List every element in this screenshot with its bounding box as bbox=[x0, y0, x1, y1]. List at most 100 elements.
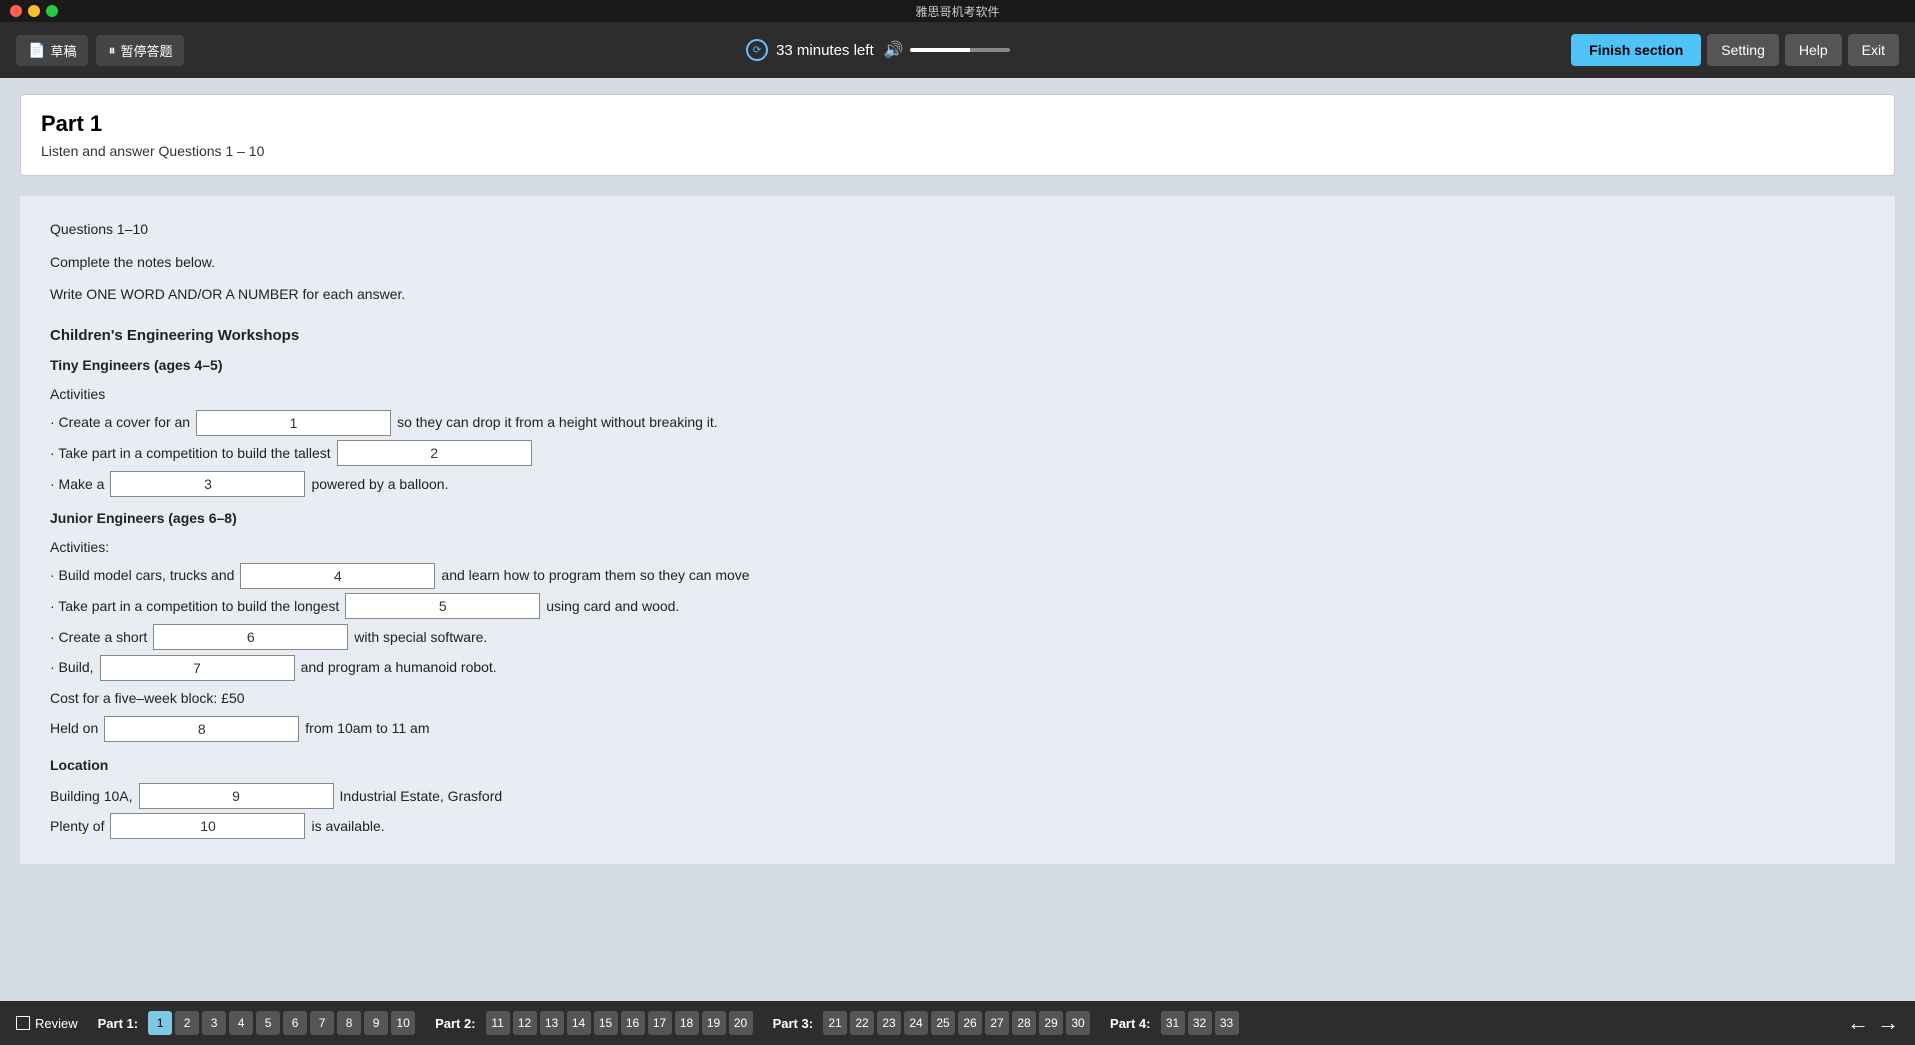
answer-input-7[interactable] bbox=[100, 655, 295, 681]
list-item: · Take part in a competition to build th… bbox=[50, 440, 1865, 467]
nav-num-29[interactable]: 29 bbox=[1039, 1011, 1063, 1035]
held-on-prefix: Held on bbox=[50, 715, 98, 742]
q-line2: Complete the notes below. bbox=[50, 249, 1865, 276]
main-section-title: Children's Engineering Workshops bbox=[50, 322, 1865, 351]
nav-num-6[interactable]: 6 bbox=[283, 1011, 307, 1035]
nav-num-5[interactable]: 5 bbox=[256, 1011, 280, 1035]
nav-num-16[interactable]: 16 bbox=[621, 1011, 645, 1035]
q-line1: Questions 1–10 bbox=[50, 216, 1865, 243]
answer-input-8[interactable] bbox=[104, 716, 299, 742]
nav-num-26[interactable]: 26 bbox=[958, 1011, 982, 1035]
nav-num-19[interactable]: 19 bbox=[702, 1011, 726, 1035]
nav-num-10[interactable]: 10 bbox=[391, 1011, 415, 1035]
answer-input-2[interactable] bbox=[337, 440, 532, 466]
main-area: Part 1 Listen and answer Questions 1 – 1… bbox=[0, 94, 1915, 954]
list-item: · Build, and program a humanoid robot. bbox=[50, 654, 1865, 681]
nav-num-20[interactable]: 20 bbox=[729, 1011, 753, 1035]
draft-button[interactable]: 📄 草稿 bbox=[16, 35, 88, 66]
part3-nav-label: Part 3: bbox=[773, 1016, 813, 1031]
nav-num-21[interactable]: 21 bbox=[823, 1011, 847, 1035]
item3-suffix: powered by a balloon. bbox=[311, 471, 448, 498]
nav-num-7[interactable]: 7 bbox=[310, 1011, 334, 1035]
part1-nav-label: Part 1: bbox=[98, 1016, 138, 1031]
held-on-suffix: from 10am to 11 am bbox=[305, 715, 429, 742]
draft-icon: 📄 bbox=[28, 42, 45, 59]
maximize-button[interactable] bbox=[46, 5, 58, 17]
list-item: · Take part in a competition to build th… bbox=[50, 593, 1865, 620]
held-on-item: Held on from 10am to 11 am bbox=[50, 715, 1865, 742]
exit-button[interactable]: Exit bbox=[1848, 34, 1899, 66]
nav-num-2[interactable]: 2 bbox=[175, 1011, 199, 1035]
answer-input-10[interactable] bbox=[110, 813, 305, 839]
answer-input-6[interactable] bbox=[153, 624, 348, 650]
nav-num-17[interactable]: 17 bbox=[648, 1011, 672, 1035]
section1-label: Activities bbox=[50, 381, 1865, 408]
pause-icon: ⏸ bbox=[108, 42, 115, 59]
nav-num-1[interactable]: 1 bbox=[148, 1011, 172, 1035]
building-prefix: Building 10A, bbox=[50, 783, 133, 810]
pause-button[interactable]: ⏸ 暂停答题 bbox=[96, 35, 184, 66]
nav-num-18[interactable]: 18 bbox=[675, 1011, 699, 1035]
item7-suffix: and program a humanoid robot. bbox=[301, 654, 497, 681]
part1-nav-nums: 1 2 3 4 5 6 7 8 9 10 bbox=[148, 1011, 415, 1035]
item6-prefix: · Create a short bbox=[50, 624, 147, 651]
timer-icon: ⟳ bbox=[746, 39, 768, 61]
toolbar-left: 📄 草稿 ⏸ 暂停答题 bbox=[16, 35, 184, 66]
answer-input-4[interactable] bbox=[240, 563, 435, 589]
list-item: · Build model cars, trucks and and learn… bbox=[50, 562, 1865, 589]
q-line3: Write ONE WORD AND/OR A NUMBER for each … bbox=[50, 281, 1865, 308]
volume-slider[interactable] bbox=[910, 48, 1010, 52]
nav-num-27[interactable]: 27 bbox=[985, 1011, 1009, 1035]
review-checkbox[interactable] bbox=[16, 1016, 30, 1030]
nav-num-33[interactable]: 33 bbox=[1215, 1011, 1239, 1035]
nav-num-4[interactable]: 4 bbox=[229, 1011, 253, 1035]
next-arrow[interactable]: → bbox=[1877, 1010, 1899, 1036]
item4-prefix: · Build model cars, trucks and bbox=[50, 562, 234, 589]
help-button[interactable]: Help bbox=[1785, 34, 1842, 66]
item5-prefix: · Take part in a competition to build th… bbox=[50, 593, 339, 620]
nav-num-22[interactable]: 22 bbox=[850, 1011, 874, 1035]
section2-title: Junior Engineers (ages 6–8) bbox=[50, 505, 1865, 532]
nav-num-24[interactable]: 24 bbox=[904, 1011, 928, 1035]
building-item: Building 10A, Industrial Estate, Grasfor… bbox=[50, 783, 1865, 810]
list-item: · Create a cover for an so they can drop… bbox=[50, 409, 1865, 436]
answer-input-9[interactable] bbox=[139, 783, 334, 809]
part4-nav-label: Part 4: bbox=[1110, 1016, 1150, 1031]
part-header: Part 1 Listen and answer Questions 1 – 1… bbox=[20, 94, 1895, 176]
plenty-prefix: Plenty of bbox=[50, 813, 104, 840]
nav-num-31[interactable]: 31 bbox=[1161, 1011, 1185, 1035]
nav-num-3[interactable]: 3 bbox=[202, 1011, 226, 1035]
answer-input-3[interactable] bbox=[110, 471, 305, 497]
nav-num-28[interactable]: 28 bbox=[1012, 1011, 1036, 1035]
part-subtitle: Listen and answer Questions 1 – 10 bbox=[41, 143, 1874, 159]
nav-num-9[interactable]: 9 bbox=[364, 1011, 388, 1035]
part4-nav-nums: 31 32 33 bbox=[1161, 1011, 1239, 1035]
part-title: Part 1 bbox=[41, 111, 1874, 137]
nav-num-11[interactable]: 11 bbox=[486, 1011, 510, 1035]
nav-num-13[interactable]: 13 bbox=[540, 1011, 564, 1035]
review-label: Review bbox=[35, 1016, 78, 1031]
item7-prefix: · Build, bbox=[50, 654, 94, 681]
nav-num-23[interactable]: 23 bbox=[877, 1011, 901, 1035]
section2-label: Activities: bbox=[50, 534, 1865, 561]
volume-icon: 🔊 bbox=[884, 40, 904, 60]
nav-num-30[interactable]: 30 bbox=[1066, 1011, 1090, 1035]
prev-arrow[interactable]: ← bbox=[1847, 1010, 1869, 1036]
toolbar: 📄 草稿 ⏸ 暂停答题 ⟳ 33 minutes left 🔊 Finish s… bbox=[0, 22, 1915, 78]
toolbar-center: ⟳ 33 minutes left 🔊 bbox=[192, 39, 1563, 61]
nav-num-15[interactable]: 15 bbox=[594, 1011, 618, 1035]
minimize-button[interactable] bbox=[28, 5, 40, 17]
answer-input-5[interactable] bbox=[345, 593, 540, 619]
finish-section-button[interactable]: Finish section bbox=[1571, 34, 1701, 66]
section1-title: Tiny Engineers (ages 4–5) bbox=[50, 352, 1865, 379]
close-button[interactable] bbox=[10, 5, 22, 17]
nav-num-14[interactable]: 14 bbox=[567, 1011, 591, 1035]
nav-num-8[interactable]: 8 bbox=[337, 1011, 361, 1035]
setting-button[interactable]: Setting bbox=[1707, 34, 1779, 66]
nav-num-12[interactable]: 12 bbox=[513, 1011, 537, 1035]
nav-num-25[interactable]: 25 bbox=[931, 1011, 955, 1035]
review-check[interactable]: Review bbox=[16, 1016, 78, 1031]
question-area: Questions 1–10 Complete the notes below.… bbox=[20, 196, 1895, 864]
nav-num-32[interactable]: 32 bbox=[1188, 1011, 1212, 1035]
answer-input-1[interactable] bbox=[196, 410, 391, 436]
